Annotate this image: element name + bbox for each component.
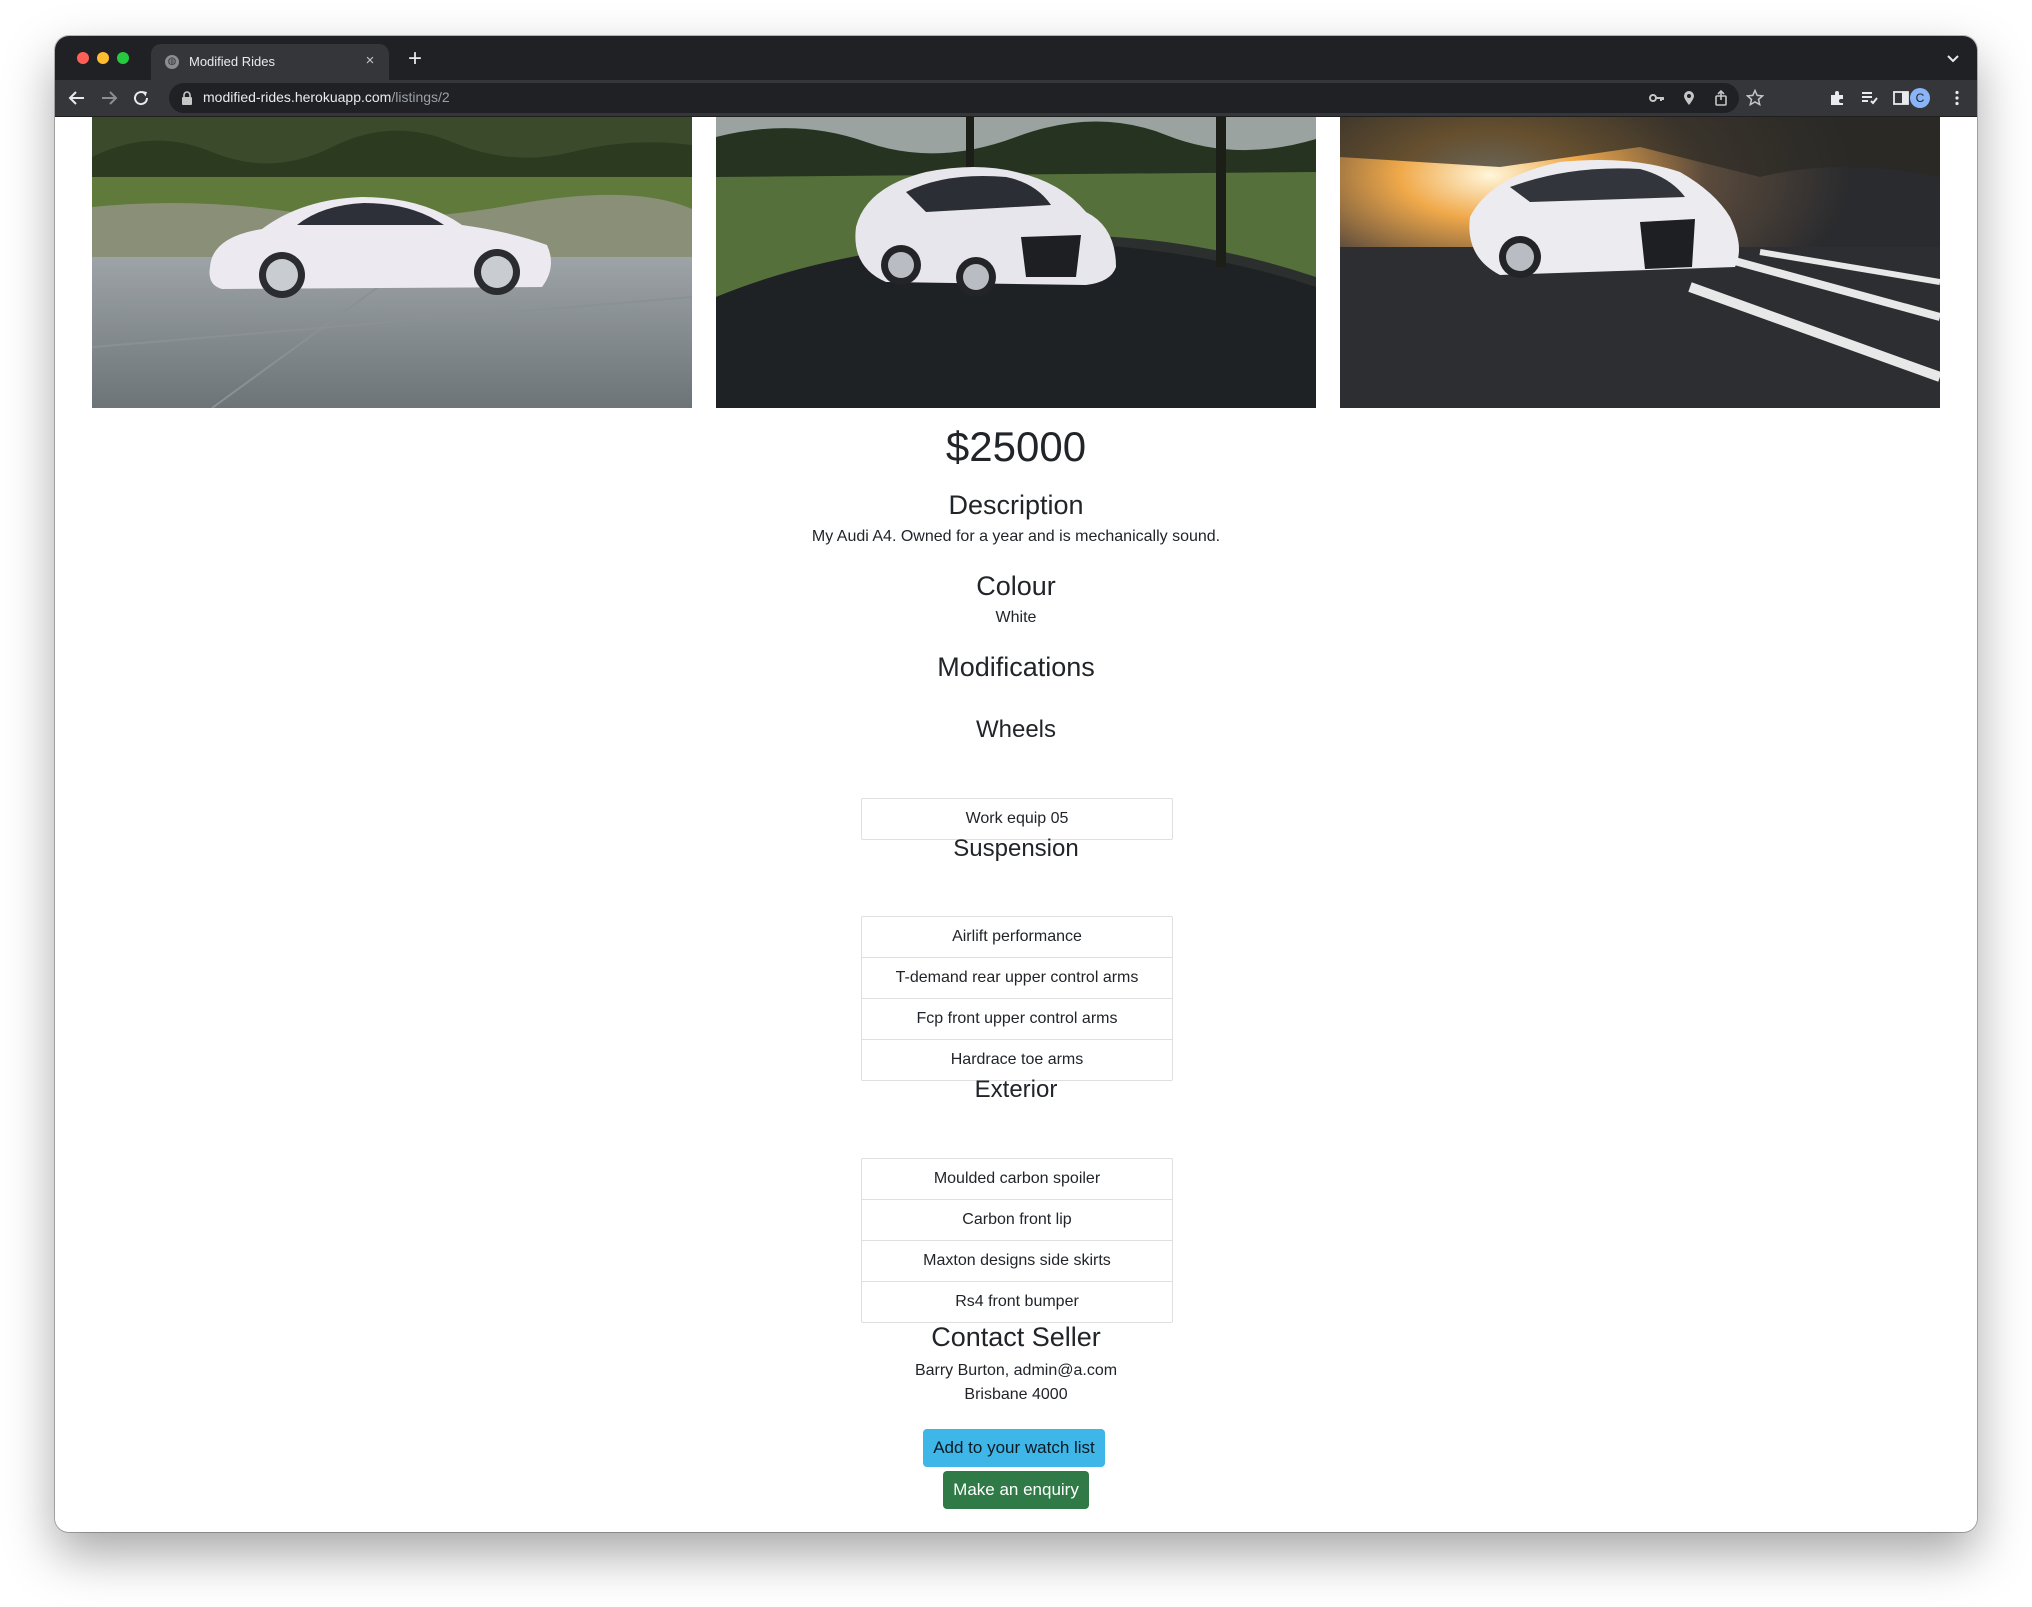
browser-tab-active[interactable]: ◍ Modified Rides × <box>151 44 389 80</box>
url-host: modified-rides.herokuapp.com <box>203 89 392 105</box>
modifications-heading: Modifications <box>937 652 1095 682</box>
zoom-window-button[interactable] <box>117 52 129 64</box>
profile-avatar[interactable]: C <box>1910 88 1930 108</box>
location-pin-icon[interactable] <box>1677 86 1701 110</box>
list-item: Carbon front lip <box>862 1199 1172 1240</box>
list-item: Airlift performance <box>952 928 1082 945</box>
address-bar[interactable]: modified-rides.herokuapp.com/listings/2 <box>169 83 1739 113</box>
exterior-heading: Exterior <box>974 1076 1058 1103</box>
minimize-window-button[interactable] <box>97 52 109 64</box>
reading-list-icon[interactable] <box>1857 86 1881 110</box>
url-path: /listings/2 <box>391 89 450 105</box>
suspension-list: Airlift performance T-demand rear upper … <box>861 916 1173 1081</box>
list-item: Hardrace toe arms <box>862 1039 1172 1080</box>
list-item: T-demand rear upper control arms <box>862 957 1172 998</box>
contact-seller-heading: Contact Seller <box>931 1322 1101 1352</box>
back-arrow-icon[interactable] <box>65 86 89 110</box>
close-window-button[interactable] <box>77 52 89 64</box>
exterior-list: Moulded carbon spoiler Carbon front lip … <box>861 1158 1173 1323</box>
share-icon[interactable] <box>1709 86 1733 110</box>
list-item: Moulded carbon spoiler <box>933 1170 1101 1187</box>
audi-side-view-photo <box>92 117 692 408</box>
suspension-heading: Suspension <box>953 835 1079 862</box>
listing-photo-gallery <box>92 117 1940 408</box>
list-item: Rs4 front bumper <box>862 1281 1172 1322</box>
extensions-puzzle-icon[interactable] <box>1825 86 1849 110</box>
kebab-menu-icon[interactable] <box>1945 86 1969 110</box>
description-heading: Description <box>948 490 1084 520</box>
key-icon[interactable] <box>1645 86 1669 110</box>
audi-front-three-quarter-photo <box>716 117 1316 408</box>
description-text: My Audi A4. Owned for a year and is mech… <box>811 528 1221 545</box>
add-to-watch-list-button[interactable]: Add to your watch list <box>923 1429 1105 1467</box>
tab-strip: ◍ Modified Rides × + <box>55 36 1977 80</box>
list-item: Work equip 05 <box>965 810 1069 827</box>
wheels-list: Work equip 05 <box>861 798 1173 840</box>
browser-toolbar: modified-rides.herokuapp.com/listings/2 … <box>55 80 1977 117</box>
colour-heading: Colour <box>976 571 1056 601</box>
listing-price: $25000 <box>945 423 1087 470</box>
new-tab-button[interactable]: + <box>403 47 427 72</box>
colour-value: White <box>995 609 1037 626</box>
url-text: modified-rides.herokuapp.com/listings/2 <box>203 89 450 105</box>
globe-favicon-icon: ◍ <box>165 55 179 69</box>
tab-title: Modified Rides <box>189 54 275 69</box>
tab-search-chevron-icon[interactable] <box>1943 48 1963 68</box>
reload-icon[interactable] <box>129 86 153 110</box>
list-item: Maxton designs side skirts <box>862 1240 1172 1281</box>
forward-arrow-icon[interactable] <box>97 86 121 110</box>
list-item: Fcp front upper control arms <box>862 998 1172 1039</box>
star-icon[interactable] <box>1743 86 1767 110</box>
seller-name-email: Barry Burton, admin@a.com <box>914 1362 1118 1379</box>
lock-icon[interactable] <box>181 91 193 105</box>
page-viewport: $25000 Description My Audi A4. Owned for… <box>55 117 1977 1532</box>
wheels-heading: Wheels <box>975 716 1057 743</box>
browser-window: ◍ Modified Rides × + modified-rides.hero… <box>55 36 1977 1532</box>
tab-close-icon[interactable]: × <box>361 52 379 70</box>
make-enquiry-button[interactable]: Make an enquiry <box>943 1471 1089 1509</box>
audi-sunset-front-photo <box>1340 117 1940 408</box>
seller-location: Brisbane 4000 <box>964 1386 1068 1403</box>
